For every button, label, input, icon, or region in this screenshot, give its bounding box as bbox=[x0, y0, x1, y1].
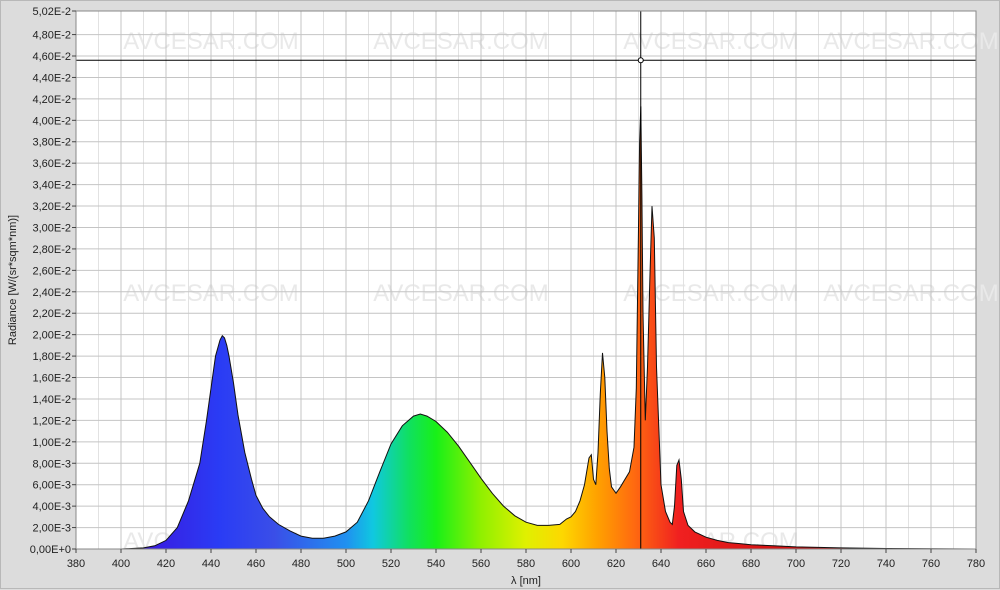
x-tick-label: 640 bbox=[652, 558, 670, 570]
y-tick-label: 4,00E-2 bbox=[32, 115, 71, 127]
x-tick-label: 580 bbox=[517, 558, 535, 570]
cursor-marker[interactable] bbox=[637, 57, 644, 64]
y-tick-label: 4,20E-2 bbox=[32, 94, 71, 106]
x-tick-label: 520 bbox=[382, 558, 400, 570]
x-axis-label: λ [nm] bbox=[511, 575, 541, 587]
x-tick-label: 620 bbox=[607, 558, 625, 570]
y-tick-label: 1,00E-2 bbox=[32, 437, 71, 449]
y-tick-label: 2,60E-2 bbox=[32, 265, 71, 277]
y-tick-label: 1,40E-2 bbox=[32, 394, 71, 406]
y-tick-label: 3,00E-2 bbox=[32, 222, 71, 234]
y-tick-label: 1,60E-2 bbox=[32, 373, 71, 385]
x-tick-label: 500 bbox=[337, 558, 355, 570]
y-tick-label: 2,40E-2 bbox=[32, 287, 71, 299]
y-tick-label: 3,80E-2 bbox=[32, 137, 71, 149]
x-tick-label: 720 bbox=[832, 558, 850, 570]
watermark-text: AVCESAR.COM bbox=[373, 280, 549, 307]
y-tick-label: 4,40E-2 bbox=[32, 72, 71, 84]
x-tick-label: 400 bbox=[112, 558, 130, 570]
x-tick-label: 540 bbox=[427, 558, 445, 570]
x-tick-label: 460 bbox=[247, 558, 265, 570]
y-tick-label: 3,60E-2 bbox=[32, 158, 71, 170]
x-tick-label: 420 bbox=[157, 558, 175, 570]
x-tick-label: 740 bbox=[877, 558, 895, 570]
spectrum-chart: AVCESAR.COM AVCESAR.COM AVCESAR.COM AVCESAR… bbox=[7, 6, 999, 587]
x-tick-label: 440 bbox=[202, 558, 220, 570]
x-tick-label: 480 bbox=[292, 558, 310, 570]
y-axis-label: Radiance [W/(sr*sqm*nm)] bbox=[7, 215, 19, 345]
y-tick-label: 3,20E-2 bbox=[32, 201, 71, 213]
watermark-text: AVCESAR.COM bbox=[823, 28, 999, 55]
y-tick-label: 2,80E-2 bbox=[32, 244, 71, 256]
x-tick-label: 700 bbox=[787, 558, 805, 570]
chart-window: AVCESAR.COM AVCESAR.COM AVCESAR.COM AVCESAR… bbox=[0, 0, 1000, 589]
watermark-text: AVCESAR.COM bbox=[823, 280, 999, 307]
y-tick-label: 4,60E-2 bbox=[32, 51, 71, 63]
y-tick-label: 8,00E-3 bbox=[32, 458, 71, 470]
y-tick-label: 2,20E-2 bbox=[32, 308, 71, 320]
y-tick-label: 4,00E-3 bbox=[32, 501, 71, 513]
y-tick-label: 5,02E-2 bbox=[32, 6, 71, 18]
y-tick-label: 0,00E+0 bbox=[30, 544, 71, 556]
x-tick-label: 780 bbox=[967, 558, 985, 570]
y-tick-label: 4,80E-2 bbox=[32, 30, 71, 42]
y-axis-ticks: 0,00E+0 2,00E-3 4,00E-3 6,00E-3 8,00E-3 1,00E… bbox=[30, 6, 76, 556]
x-tick-label: 680 bbox=[742, 558, 760, 570]
x-tick-label: 560 bbox=[472, 558, 490, 570]
y-tick-label: 1,20E-2 bbox=[32, 415, 71, 427]
watermark-text: AVCESAR.COM bbox=[623, 28, 799, 55]
x-tick-label: 600 bbox=[562, 558, 580, 570]
x-tick-label: 660 bbox=[697, 558, 715, 570]
y-tick-label: 1,80E-2 bbox=[32, 351, 71, 363]
watermark-text: AVCESAR.COM bbox=[373, 28, 549, 55]
y-tick-label: 2,00E-2 bbox=[32, 330, 71, 342]
y-tick-label: 2,00E-3 bbox=[32, 523, 71, 535]
y-tick-label: 3,40E-2 bbox=[32, 180, 71, 192]
x-tick-label: 760 bbox=[922, 558, 940, 570]
y-tick-label: 6,00E-3 bbox=[32, 480, 71, 492]
x-tick-label: 380 bbox=[67, 558, 85, 570]
